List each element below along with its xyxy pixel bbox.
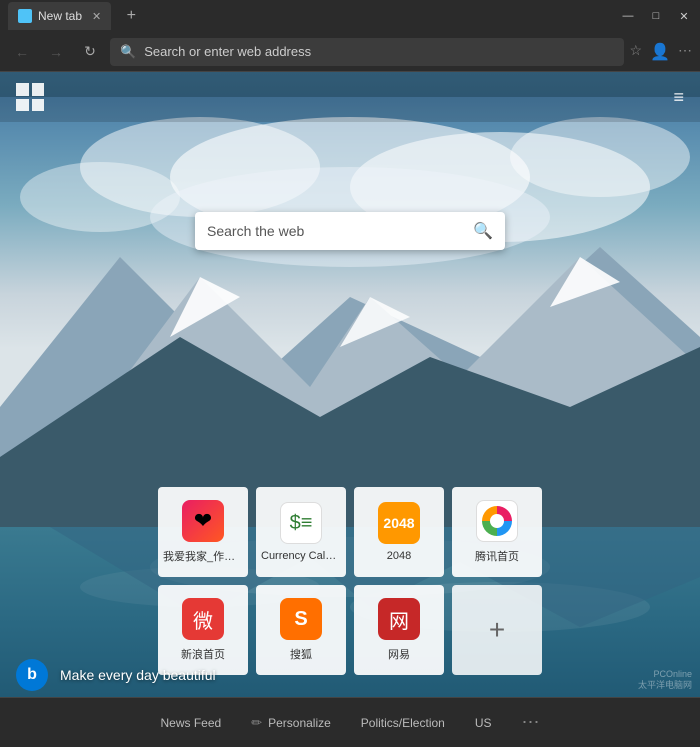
browser-content: ≡ Search the web 🔍 ❤ 我爱我家_作者... $≡ Curre… [0,72,700,747]
more-options-icon[interactable]: ⋯ [678,42,692,62]
bing-bar: b Make every day beautiful [0,653,700,697]
bottom-nav: News Feed ✏ Personalize Politics/Electio… [0,697,700,747]
address-text: Search or enter web address [144,44,613,59]
nav-item-us[interactable]: US [475,716,492,730]
back-button[interactable]: ← [8,38,36,66]
2048-icon: 2048 [378,502,420,544]
bing-logo: b [16,659,48,691]
search-container: Search the web 🔍 [195,212,505,250]
more-icon: ⋯ [522,712,540,733]
win-square-bl [16,99,29,112]
title-bar: New tab ✕ + — □ ✕ [0,0,700,32]
win-square-br [32,99,45,112]
nav-item-politics[interactable]: Politics/Election [361,716,445,730]
tab-favicon [18,9,32,23]
tencent-icon [476,500,518,542]
search-box[interactable]: Search the web 🔍 [195,212,505,250]
address-bar: ← → ↻ 🔍 Search or enter web address ☆ 👤 … [0,32,700,72]
favorites-icon[interactable]: ☆ [630,42,643,62]
tab-title: New tab [38,9,82,23]
win-square-tr [32,83,45,96]
nav-item-personalize[interactable]: ✏ Personalize [251,715,331,731]
dial-item-woaiwojia[interactable]: ❤ 我爱我家_作者... [158,487,248,577]
active-tab[interactable]: New tab ✕ [8,2,111,30]
currency-icon: $≡ [280,502,322,544]
address-input-area[interactable]: 🔍 Search or enter web address [110,38,624,66]
new-tab-button[interactable]: + [117,2,145,30]
sina-icon: 微 [182,598,224,640]
tab-strip: New tab ✕ + [8,2,145,30]
politics-label: Politics/Election [361,716,445,730]
refresh-button[interactable]: ↻ [76,38,104,66]
watermark: PCOnline 太平洋电脑网 [638,669,692,692]
dial-item-currency[interactable]: $≡ Currency Calcu... [256,487,346,577]
close-button[interactable]: ✕ [676,8,692,24]
forward-button[interactable]: → [42,38,70,66]
nav-more-button[interactable]: ⋯ [522,712,540,733]
news-feed-label: News Feed [160,716,221,730]
profile-icon[interactable]: 👤 [650,42,670,62]
nav-item-news-feed[interactable]: News Feed [160,716,221,730]
pencil-icon: ✏ [251,715,262,731]
window-controls: — □ ✕ [620,8,692,24]
dial-item-tencent[interactable]: 腾讯首页 [452,487,542,577]
search-input-placeholder: Search the web [207,223,465,239]
windows-logo [16,83,44,111]
dial-label-2048: 2048 [387,550,411,562]
dial-label-woaiwojia: 我爱我家_作者... [163,548,243,564]
dial-item-2048[interactable]: 2048 2048 [354,487,444,577]
tab-close-icon[interactable]: ✕ [92,10,101,23]
woaiwojia-icon: ❤ [182,500,224,542]
add-site-icon: + [489,614,505,646]
dial-label-tencent: 腾讯首页 [475,548,519,564]
search-submit-icon[interactable]: 🔍 [473,221,493,241]
netease-icon: 网 [378,598,420,640]
maximize-button[interactable]: □ [648,8,664,24]
new-tab-top-bar: ≡ [0,72,700,122]
us-label: US [475,716,492,730]
hamburger-menu-icon[interactable]: ≡ [673,87,684,108]
win-square-tl [16,83,29,96]
bing-tagline: Make every day beautiful [60,667,216,683]
address-bar-actions: ☆ 👤 ⋯ [630,42,692,62]
dial-label-currency: Currency Calcu... [261,550,341,562]
personalize-label: Personalize [268,716,331,730]
sohu-icon: S [280,598,322,640]
minimize-button[interactable]: — [620,8,636,24]
speed-dial-grid: ❤ 我爱我家_作者... $≡ Currency Calcu... 2048 2… [158,487,542,675]
address-search-icon: 🔍 [120,44,136,60]
